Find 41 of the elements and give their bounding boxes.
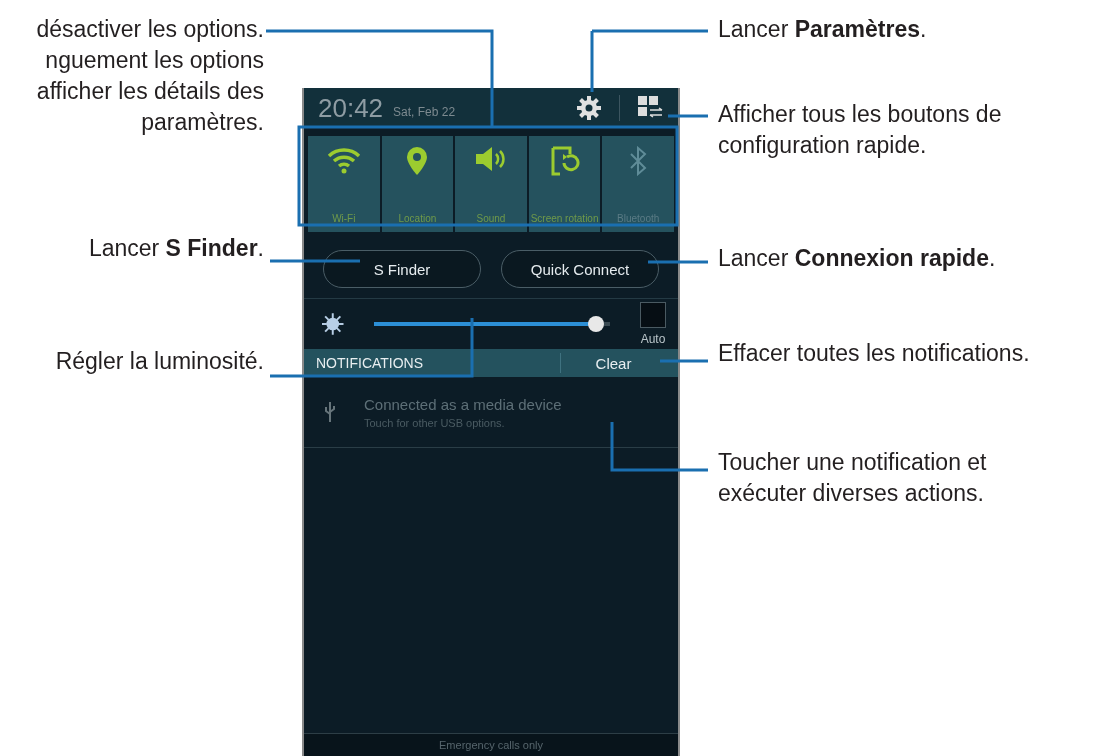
- notification-item[interactable]: Connected as a media device Touch for other USB options.: [304, 377, 678, 448]
- location-pin-icon: [406, 146, 429, 176]
- notification-title: Connected as a media device: [364, 395, 562, 413]
- callout-text: Effacer toutes les notifications.: [718, 339, 1030, 368]
- quick-setting-toggle[interactable]: Location: [381, 136, 454, 232]
- toggle-label: Screen rotation: [529, 213, 600, 224]
- auto-checkbox[interactable]: [640, 302, 666, 328]
- leader-line: [668, 114, 708, 118]
- clock-time: 20:42: [318, 92, 384, 124]
- callout-text: Afficher tous les boutons de configuration rapide.: [718, 100, 1002, 160]
- quick-setting-toggle[interactable]: Sound: [455, 136, 527, 232]
- notifications-title: NOTIFICATIONS: [316, 355, 424, 371]
- leader-line: [660, 359, 708, 363]
- callout-text: désactiver les options. nguement les options afficher les détails des paramètres.: [36, 15, 264, 137]
- toggle-label: Sound: [475, 213, 507, 224]
- auto-label: Auto: [640, 332, 666, 346]
- clear-button[interactable]: Clear: [560, 353, 666, 373]
- sun-icon: [322, 313, 344, 335]
- screen-rotation-icon: [549, 146, 580, 176]
- callout-text: Lancer Paramètres.: [718, 15, 927, 44]
- callout-text: Régler la luminosité.: [55, 347, 264, 376]
- quick-setting-toggle[interactable]: Screen rotation: [528, 136, 601, 232]
- notification-subtitle: Touch for other USB options.: [364, 416, 506, 429]
- bluetooth-icon: [628, 146, 649, 176]
- pill-button[interactable]: S Finder: [323, 250, 481, 288]
- callout-text: Toucher une notification et exécuter diverses actions.: [718, 448, 987, 508]
- carrier-text: Emergency calls only: [439, 739, 543, 751]
- pill-button[interactable]: Quick Connect: [501, 250, 659, 288]
- grid-toggle-icon[interactable]: [638, 96, 664, 120]
- slider-thumb[interactable]: [587, 316, 604, 332]
- wifi-icon: [326, 146, 361, 174]
- toggle-label: Location: [397, 213, 438, 224]
- leader-line: [648, 260, 708, 264]
- usb-icon: [324, 401, 336, 423]
- settings-icon[interactable]: [577, 96, 601, 120]
- toggle-label: Wi-Fi: [331, 213, 357, 224]
- speaker-icon: [474, 146, 508, 172]
- quick-setting-toggle[interactable]: Wi-Fi: [308, 136, 380, 232]
- callout-text: Lancer Connexion rapide.: [718, 244, 996, 273]
- callout-text: Lancer S Finder.: [88, 234, 264, 263]
- date-text: Sat, Feb 22: [393, 105, 456, 119]
